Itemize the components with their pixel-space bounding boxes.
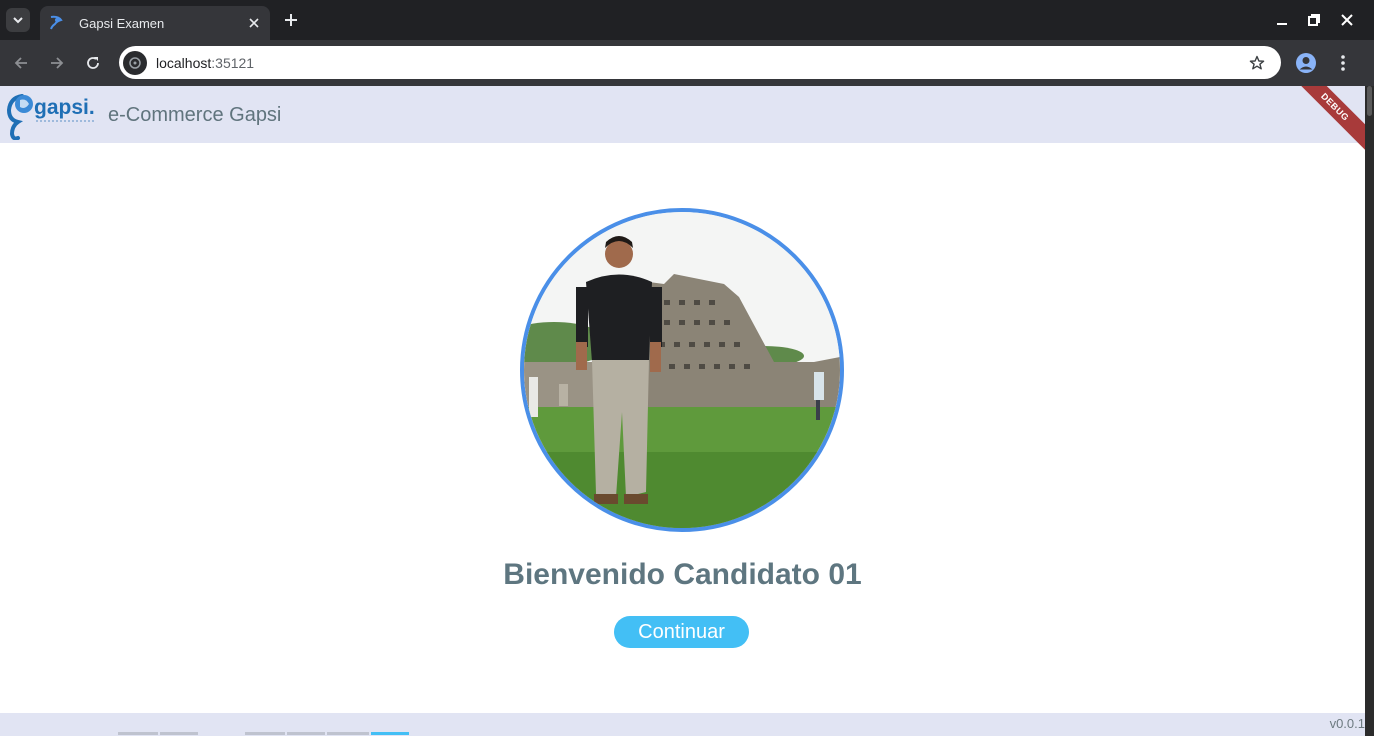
strip-mark: [327, 732, 369, 735]
scrollbar[interactable]: [1365, 86, 1374, 736]
minimize-icon[interactable]: [1270, 8, 1294, 32]
browser-toolbar: localhost:35121: [0, 40, 1374, 86]
window-close-icon[interactable]: [1335, 8, 1359, 32]
more-icon[interactable]: [1331, 51, 1355, 75]
candidate-photo: [524, 212, 840, 528]
profile-icon[interactable]: [1294, 51, 1318, 75]
url-text[interactable]: localhost:35121: [156, 55, 1245, 71]
welcome-heading: Bienvenido Candidato 01: [503, 558, 862, 591]
forward-icon[interactable]: [45, 51, 69, 75]
close-icon[interactable]: [244, 13, 264, 33]
url-host: localhost: [156, 54, 212, 71]
strip-mark-active: [371, 732, 409, 735]
address-bar[interactable]: localhost:35121: [119, 46, 1281, 79]
reload-icon[interactable]: [81, 51, 105, 75]
version-label: v0.0.1: [1329, 716, 1365, 731]
strip-mark: [287, 732, 325, 735]
gapsi-logo: gapsi.: [6, 90, 98, 141]
logo-text: gapsi.: [34, 96, 95, 119]
strip-mark: [160, 732, 198, 735]
tab-search-icon[interactable]: [6, 8, 30, 32]
browser-tab[interactable]: Gapsi Examen: [40, 6, 270, 40]
avatar: [520, 208, 844, 532]
strip-mark: [118, 732, 158, 735]
app-title: e-Commerce Gapsi: [108, 104, 282, 126]
favicon-icon: [48, 15, 64, 31]
restore-icon[interactable]: [1302, 8, 1326, 32]
star-icon[interactable]: [1245, 51, 1269, 75]
plus-icon[interactable]: [280, 9, 302, 31]
app-bar: gapsi. e-Commerce Gapsi: [0, 86, 1365, 143]
back-icon[interactable]: [9, 51, 33, 75]
strip-mark: [245, 732, 285, 735]
continue-button[interactable]: Continuar: [614, 616, 749, 648]
tab-title: Gapsi Examen: [79, 15, 165, 31]
page-viewport: gapsi. e-Commerce Gapsi DEBUG Bienvenido…: [0, 86, 1365, 736]
url-port: :35121: [211, 54, 255, 71]
bottom-strip: [0, 732, 1365, 736]
scroll-thumb[interactable]: [1367, 86, 1372, 116]
tab-strip: Gapsi Examen: [0, 0, 1374, 40]
site-info-icon[interactable]: [123, 50, 147, 75]
